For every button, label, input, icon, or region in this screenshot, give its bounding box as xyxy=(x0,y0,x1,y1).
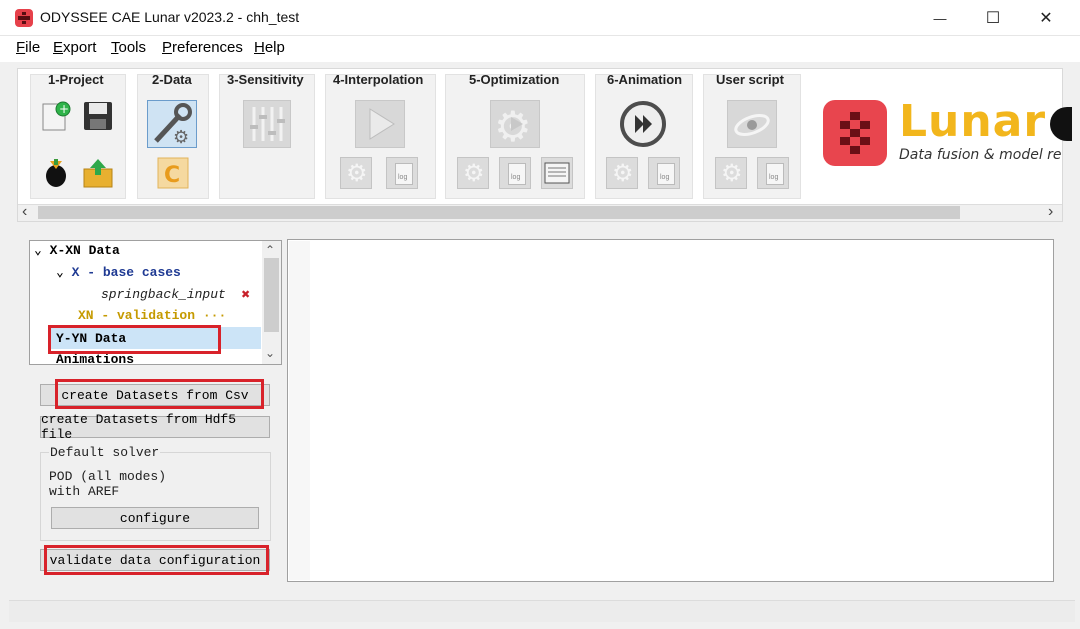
lunar-logo-icon xyxy=(823,100,887,166)
highlight-box-csv-button xyxy=(55,379,264,409)
tree-item-x-xn-data[interactable]: ⌄ X-XN Data xyxy=(34,243,120,258)
import-icon[interactable] xyxy=(40,157,72,189)
chevron-down-icon[interactable]: ⌄ xyxy=(56,265,64,280)
app-logo-icon xyxy=(15,9,33,27)
optimization-report-icon[interactable] xyxy=(541,157,573,189)
animation-settings-icon[interactable] xyxy=(606,157,638,189)
optimization-log-icon[interactable]: log xyxy=(499,157,531,189)
new-project-icon[interactable]: + xyxy=(40,100,72,132)
user-script-icon[interactable] xyxy=(727,100,777,148)
label-project: 1-Project xyxy=(48,72,104,87)
optimization-settings-icon[interactable] xyxy=(457,157,489,189)
label-animation: 6-Animation xyxy=(607,72,683,87)
highlight-box-validate-button xyxy=(44,545,269,575)
default-solver-title: Default solver xyxy=(49,445,161,460)
delete-icon[interactable]: ✖ xyxy=(241,288,250,301)
data-tools-icon[interactable]: ⚙ xyxy=(147,100,197,148)
brand-tagline: Data fusion & model rea xyxy=(899,147,1062,163)
chevron-down-icon[interactable]: ⌄ xyxy=(34,243,42,258)
scroll-down-icon[interactable]: ⌄ xyxy=(265,346,275,360)
maximize-icon: ☐ xyxy=(985,10,1001,27)
label-user-script: User script xyxy=(716,72,784,87)
menu-tools[interactable]: Tools xyxy=(111,39,146,56)
tree-item-x-base-cases[interactable]: ⌄ X - base cases xyxy=(56,265,181,280)
tree-scrollbar-thumb[interactable] xyxy=(264,258,279,332)
save-icon[interactable] xyxy=(82,100,114,132)
maximize-button[interactable]: ☐ xyxy=(970,0,1016,36)
tree-item-xn-validation[interactable]: XN - validation ··· xyxy=(78,308,226,323)
label-data: 2-Data xyxy=(152,72,192,87)
brand-name: Lunar xyxy=(899,96,1047,147)
toolbar-scrollbar-thumb[interactable] xyxy=(38,206,960,219)
menu-file[interactable]: File xyxy=(16,39,40,56)
configure-button[interactable]: configure xyxy=(51,507,259,529)
menu-preferences[interactable]: Preferences xyxy=(162,39,243,56)
svg-text:+: + xyxy=(59,102,69,116)
user-script-settings-icon[interactable] xyxy=(715,157,747,189)
svg-text:C: C xyxy=(164,163,180,188)
minimize-button[interactable]: — xyxy=(917,0,963,36)
tree-item-springback-input[interactable]: springback_input xyxy=(101,287,226,302)
menu-help[interactable]: Help xyxy=(254,39,285,56)
label-sensitivity: 3-Sensitivity xyxy=(227,72,304,87)
scroll-right-icon[interactable]: › xyxy=(1048,203,1053,221)
label-interpolation: 4-Interpolation xyxy=(333,72,424,87)
minimize-icon: — xyxy=(933,10,947,26)
play-animation-icon[interactable] xyxy=(618,100,668,148)
close-button[interactable]: ✕ xyxy=(1023,0,1069,36)
svg-text:⚙: ⚙ xyxy=(173,127,189,147)
animation-log-icon[interactable]: log xyxy=(648,157,680,189)
interpolation-log-icon[interactable]: log xyxy=(386,157,418,189)
sensitivity-sliders-icon[interactable] xyxy=(243,100,291,148)
scroll-left-icon[interactable]: ‹ xyxy=(22,203,27,221)
user-script-log-icon[interactable]: log xyxy=(757,157,789,189)
scroll-up-icon[interactable]: ⌃ xyxy=(265,243,275,257)
content-panel[interactable] xyxy=(287,239,1054,582)
status-bar xyxy=(9,600,1075,622)
close-icon: ✕ xyxy=(1039,10,1053,27)
open-folder-icon[interactable] xyxy=(82,157,114,189)
solver-line-1: POD (all modes) xyxy=(49,469,167,484)
menu-export[interactable]: Export xyxy=(53,39,96,56)
label-optimization: 5-Optimization xyxy=(469,72,560,87)
highlight-box-y-yn-data xyxy=(48,325,221,354)
content-panel-gutter xyxy=(289,241,310,580)
interpolation-settings-icon[interactable] xyxy=(340,157,372,189)
run-interpolation-icon[interactable] xyxy=(355,100,405,148)
window-title: ODYSSEE CAE Lunar v2023.2 - chh_test xyxy=(40,9,300,25)
create-datasets-hdf5-button[interactable]: create Datasets from Hdf5 file xyxy=(40,412,270,442)
solver-line-2: with AREF xyxy=(49,484,120,499)
run-optimization-icon[interactable]: ⚙ xyxy=(490,100,540,151)
refresh-icon[interactable]: C xyxy=(157,157,189,189)
